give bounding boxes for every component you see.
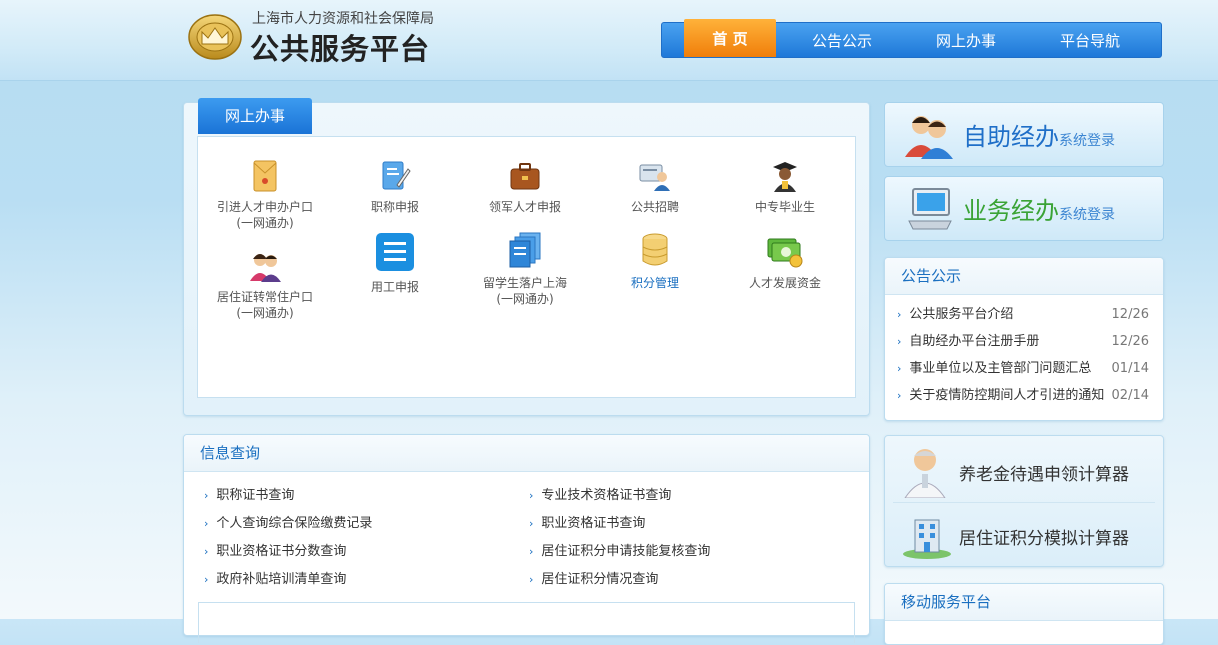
service-talent-fund[interactable]: 人才发展资金 (720, 231, 850, 291)
notices-title: 公告公示 (885, 258, 1163, 295)
site-title: 公共服务平台 (250, 32, 431, 66)
query-link[interactable]: › 职业资格证书查询 (529, 510, 710, 538)
chevron-right-icon: › (529, 489, 534, 502)
service-employment-declaration[interactable]: 用工申报 (330, 231, 460, 295)
query-link[interactable]: › 政府补贴培训清单查询 (204, 566, 372, 594)
query-link[interactable]: › 专业技术资格证书查询 (529, 482, 710, 510)
query-inner-box (198, 602, 855, 643)
envelope-icon (253, 160, 277, 192)
service-vocational-graduates[interactable]: 中专毕业生 (720, 159, 850, 215)
business-login-label: 业务经办系统登录 (963, 197, 1115, 225)
nav-home[interactable]: 首 页 (684, 19, 776, 57)
info-query-left-list: › 职称证书查询 › 个人查询综合保险缴费记录 › 职业资格证书分数查询 › 政府补贴培… (204, 482, 372, 594)
service-talent-hukou[interactable]: 引进人才申办户口 (一网通办) (200, 159, 330, 231)
chevron-right-icon: › (529, 573, 534, 586)
document-list-icon (376, 233, 414, 271)
header: 上海市人力资源和社会保障局 公共服务平台 首 页 公告公示 网上办事 平台导航 (0, 0, 1218, 81)
chevron-right-icon: › (529, 517, 534, 530)
info-query-title: 信息查询 (184, 435, 869, 472)
nav-online-services[interactable]: 网上办事 (908, 23, 1024, 57)
nav-platform-guide[interactable]: 平台导航 (1024, 23, 1156, 57)
notice-item[interactable]: › 自助经办平台注册手册 12/26 (885, 328, 1163, 355)
service-residence-to-hukou[interactable]: 居住证转常住户口 (一网通办) (200, 249, 330, 321)
top-navigation: 首 页 公告公示 网上办事 平台导航 (661, 19, 1162, 58)
service-title-declaration[interactable]: 职称申报 (330, 159, 460, 215)
residence-points-calculator-button[interactable]: 居住证积分模拟计算器 (893, 504, 1155, 566)
pension-calculator-button[interactable]: 养老金待遇申领计算器 (893, 440, 1155, 503)
info-query-panel: 信息查询 › 职称证书查询 › 个人查询综合保险缴费记录 › 职业资格证书分数查询 ›… (183, 434, 870, 643)
money-icon (767, 238, 803, 268)
services-grid: 引进人才申办户口 (一网通办) 职称申报 领军人才申报 公共招聘 中专毕业生 居… (197, 136, 856, 398)
notices-panel: 公告公示 › 公共服务平台介绍 12/26 › 自助经办平台注册手册 12/26 › 事业… (884, 257, 1164, 421)
service-points-management[interactable]: 积分管理 (590, 231, 720, 291)
chevron-right-icon: › (897, 362, 902, 375)
briefcase-icon (510, 163, 540, 190)
couple-icon (250, 254, 281, 282)
business-login-button[interactable]: 业务经办系统登录 (884, 176, 1164, 241)
service-overseas-student-settle[interactable]: 留学生落户上海 (一网通办) (460, 231, 590, 307)
org-name: 上海市人力资源和社会保障局 (252, 11, 434, 27)
query-link[interactable]: › 个人查询综合保险缴费记录 (204, 510, 372, 538)
logo-emblem-icon (188, 14, 242, 60)
documents-stack-icon (509, 232, 541, 268)
notice-item[interactable]: › 关于疫情防控期间人才引进的通知 02/14 (885, 382, 1163, 409)
database-icon (642, 233, 668, 266)
certificate-edit-icon (382, 161, 411, 190)
computer-icon (908, 188, 952, 230)
online-services-panel: 网上办事 引进人才申办户口 (一网通办) 职称申报 领军人才申报 公共招聘 中专… (183, 98, 870, 416)
self-service-login-button[interactable]: 自助经办系统登录 (884, 102, 1164, 167)
service-public-recruitment[interactable]: 公共招聘 (590, 159, 720, 215)
chevron-right-icon: › (204, 489, 209, 502)
info-query-right-list: › 专业技术资格证书查询 › 职业资格证书查询 › 居住证积分申请技能复核查询 › 居住… (529, 482, 710, 594)
chevron-right-icon: › (204, 545, 209, 558)
chevron-right-icon: › (204, 573, 209, 586)
notice-item[interactable]: › 公共服务平台介绍 12/26 (885, 301, 1163, 328)
users-icon (905, 116, 953, 159)
query-link[interactable]: › 居住证积分申请技能复核查询 (529, 538, 710, 566)
chevron-right-icon: › (529, 545, 534, 558)
query-link[interactable]: › 职业资格证书分数查询 (204, 538, 372, 566)
service-leading-talent[interactable]: 领军人才申报 (460, 159, 590, 215)
mobile-platform-panel: 移动服务平台 (884, 583, 1164, 645)
chevron-right-icon: › (897, 335, 902, 348)
building-icon (903, 519, 951, 559)
self-service-login-label: 自助经办系统登录 (963, 123, 1115, 151)
recruitment-icon (639, 164, 670, 191)
query-link[interactable]: › 居住证积分情况查询 (529, 566, 710, 594)
graduate-icon (773, 162, 797, 192)
chevron-right-icon: › (897, 389, 902, 402)
calculators-panel: 养老金待遇申领计算器 居住证积分模拟计算器 (884, 435, 1164, 567)
chevron-right-icon: › (204, 517, 209, 530)
chevron-right-icon: › (897, 308, 902, 321)
notices-list: › 公共服务平台介绍 12/26 › 自助经办平台注册手册 12/26 › 事业单位以及主… (885, 295, 1163, 409)
elderly-person-icon (904, 449, 946, 498)
mobile-platform-title: 移动服务平台 (885, 584, 1163, 621)
query-link[interactable]: › 职称证书查询 (204, 482, 372, 510)
notice-item[interactable]: › 事业单位以及主管部门问题汇总 01/14 (885, 355, 1163, 382)
online-services-tab[interactable]: 网上办事 (198, 98, 312, 134)
nav-announcements[interactable]: 公告公示 (776, 23, 908, 57)
